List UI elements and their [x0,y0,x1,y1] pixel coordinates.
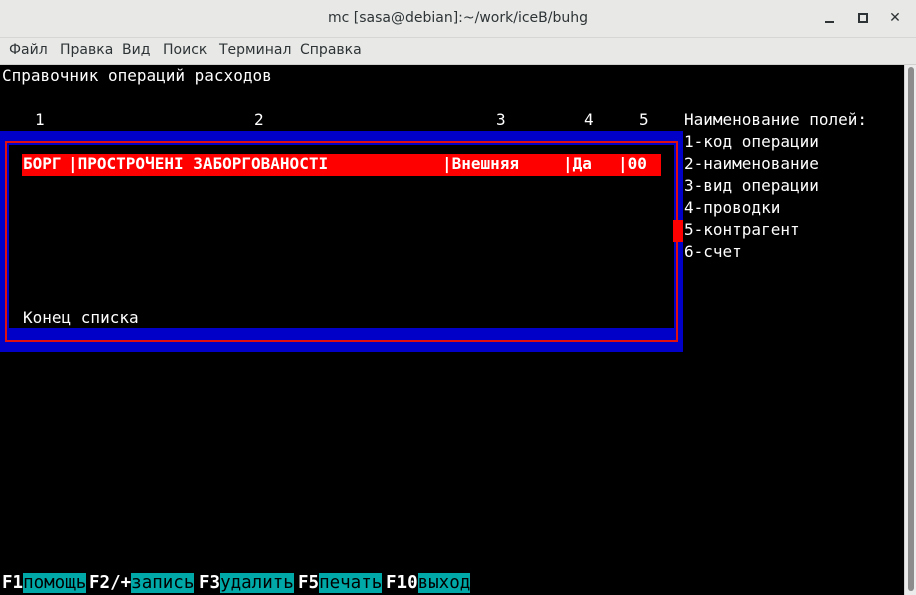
cell-post: |Да [563,154,592,173]
cell-counterparty: |00 [618,154,647,173]
cell-counterparty: |00 [618,242,647,261]
cell-kind: |Внешняя [442,198,520,217]
column-number-5: 5 [639,110,649,129]
menu-help[interactable]: Справка [300,42,362,58]
fkey-help[interactable]: F1помощь [2,572,87,594]
screen-heading: Справочник операций расходов [2,66,272,85]
fkey-delete[interactable]: F3удалить [199,572,294,594]
menu-bar: Файл Правка Вид Поиск Терминал Справка [0,38,916,65]
legend-title: Наименование полей: [684,110,868,129]
cell-code: ІН [23,198,43,217]
cell-code: ТРВ [23,286,52,305]
menu-search[interactable]: Поиск [163,42,207,58]
fkey-delete-key: F3 [199,573,221,593]
cell-name: |БУДІВНИЦТВО [68,176,184,195]
window-titlebar: mc [sasa@debian]:~/work/iceB/buhg ✕ [0,0,916,38]
cell-counterparty: |00 [618,176,647,195]
cell-post: |Да [563,264,592,283]
legend-item: 2-наименование [684,154,819,173]
fkey-delete-label: удалить [220,573,294,593]
legend-item: 3-вид операции [684,176,819,195]
fkey-help-label: помощь [23,573,87,593]
cell-kind: |Внешняя [442,286,520,305]
cell-post: |Да [563,220,592,239]
cell-kind: |Внешняя [442,264,520,283]
menu-terminal[interactable]: Терминал [219,42,291,58]
cell-counterparty: |00 [618,286,647,305]
fkey-exit-key: F10 [386,573,418,593]
cell-post: |Да [563,176,592,195]
fkey-help-key: F1 [2,573,24,593]
cell-counterparty: |00 [618,264,647,283]
column-number-2: 2 [254,110,264,129]
cell-name: |ПРОСТРОЧЕНІ ЗАБОРГОВАНОСТІ [68,154,329,173]
fkey-exit-label: выход [417,573,471,593]
cell-name: |ТРАНСПОРТ ВНУТРІШНІ ПОТРЕБИ [68,286,338,305]
cell-code: ТР [23,264,43,283]
column-number-4: 4 [584,110,594,129]
minimize-button[interactable] [820,9,838,27]
cell-kind: |Внешняя [442,242,520,261]
legend-item: 1-код операции [684,132,819,151]
window-title: mc [sasa@debian]:~/work/iceB/buhg [328,10,588,26]
cell-name: |ІНШІ ПОСЛУГИ [68,198,194,217]
column-number-3: 3 [496,110,506,129]
menu-file[interactable]: Файл [9,42,48,58]
minimize-icon [824,20,834,23]
cell-name: |ОРЕНДА-МЕХ [68,242,174,261]
cell-code: БОРГ [23,154,62,173]
cell-name: |ОРЕНДА-ІНВ [68,220,174,239]
legend-item: 4-проводки [684,198,781,217]
cell-kind: |Внешняя [442,154,520,173]
fkey-record[interactable]: F2/+запись [89,572,195,594]
fkey-exit[interactable]: F10выход [386,572,471,594]
close-icon: ✕ [889,10,901,26]
cell-kind: |Внешняя [442,220,520,239]
legend-item: 5-контрагент [684,220,800,239]
cell-counterparty: |00 [618,198,647,217]
terminal-scrollbar[interactable] [904,65,916,595]
fkey-print-key: F5 [298,573,320,593]
fkey-record-key: F2/+ [89,573,132,593]
cell-post: |Да [563,198,592,217]
fkey-print[interactable]: F5печать [298,572,383,594]
cell-post: |Да [563,286,592,305]
cell-code: БУ [23,176,43,195]
cell-name: |ТРАНСПОРТ [68,264,165,283]
maximize-button[interactable] [854,9,872,27]
fkey-print-label: печать [319,573,383,593]
scroll-marker [673,220,683,242]
cell-code: ОРМ [23,242,52,261]
maximize-icon [858,13,868,23]
cell-post: |Да [563,242,592,261]
menu-view[interactable]: Вид [122,42,150,58]
legend-item: 6-счет [684,242,742,261]
cell-code: ОРІ [23,220,52,239]
close-button[interactable]: ✕ [886,9,904,27]
fkey-record-label: запись [131,573,195,593]
cell-counterparty: |00 [618,220,647,239]
menu-edit[interactable]: Правка [60,42,113,58]
scrollbar-thumb[interactable] [908,67,914,591]
end-of-list-label: Конец списка [23,308,139,327]
cell-kind: |Внешняя [442,176,520,195]
column-number-1: 1 [35,110,45,129]
